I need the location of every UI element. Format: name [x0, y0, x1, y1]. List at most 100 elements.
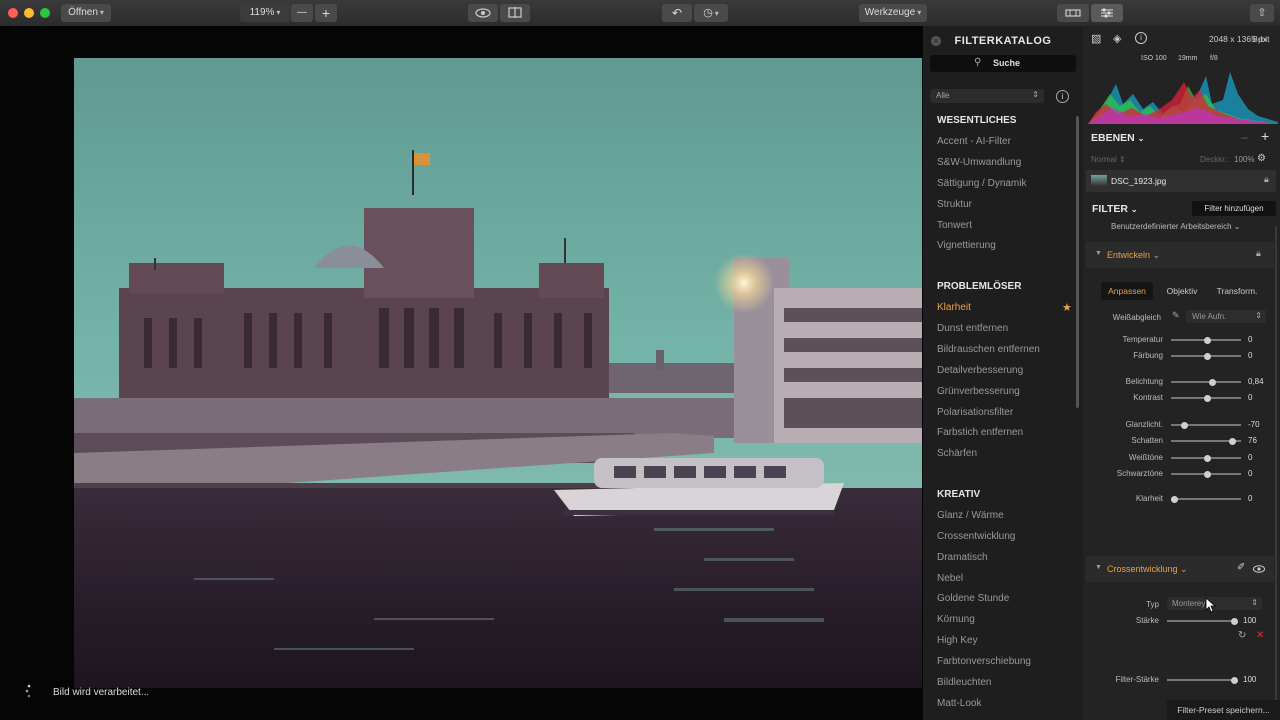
remove-layer-icon[interactable]: –	[1241, 130, 1248, 144]
favorite-star-icon[interactable]: ★	[1062, 301, 1072, 314]
adjustment-slider[interactable]	[1171, 421, 1241, 429]
catalog-item[interactable]: Nebel	[937, 573, 963, 584]
catalog-item[interactable]: Struktur	[937, 199, 972, 210]
slider-knob[interactable]	[1208, 378, 1216, 386]
adjustment-slider[interactable]	[1171, 470, 1241, 478]
share-button[interactable]: ⇧	[1250, 4, 1274, 22]
adjustments-toggle-button[interactable]	[1091, 4, 1123, 22]
filter-title[interactable]: FILTER ⌄	[1092, 203, 1138, 215]
gear-icon[interactable]: ⚙	[1257, 153, 1266, 164]
catalog-item-active[interactable]: Klarheit	[937, 302, 971, 313]
tools-button[interactable]: Werkzeuge ▾	[859, 4, 927, 22]
photo-preview[interactable]	[74, 58, 922, 688]
adjustment-slider[interactable]	[1171, 352, 1241, 360]
catalog-item[interactable]: Polarisationsfilter	[937, 407, 1013, 418]
collapse-triangle-icon[interactable]: ▼	[1095, 250, 1102, 257]
catalog-item[interactable]: Bildrauschen entfernen	[937, 344, 1040, 355]
white-balance-select[interactable]: Wie Aufn. ⇕	[1186, 310, 1266, 323]
adjustment-slider[interactable]	[1171, 454, 1241, 462]
catalog-item[interactable]: Farbstich entfernen	[937, 427, 1023, 438]
catalog-item[interactable]: Tonwert	[937, 220, 972, 231]
catalog-item[interactable]: Dunst entfernen	[937, 323, 1008, 334]
cross-strength-slider[interactable]	[1167, 617, 1238, 625]
minimize-window-button[interactable]	[24, 8, 34, 18]
slider-knob[interactable]	[1204, 352, 1211, 360]
catalog-item[interactable]: Crossentwicklung	[937, 531, 1015, 542]
slider-knob[interactable]	[1171, 495, 1178, 503]
panel-scrollbar[interactable]	[1275, 226, 1277, 706]
slider-knob[interactable]	[1231, 617, 1238, 625]
close-window-button[interactable]	[8, 8, 18, 18]
slider-knob[interactable]	[1180, 421, 1188, 429]
zoom-in-button[interactable]: +	[315, 4, 337, 22]
zoom-select[interactable]: 119% ▾	[240, 4, 290, 22]
history-button[interactable]: ◷ ▾	[694, 4, 728, 22]
catalog-item[interactable]: Schärfen	[937, 448, 977, 459]
info-icon[interactable]: i	[1056, 90, 1069, 103]
catalog-item[interactable]: Detailverbesserung	[937, 365, 1023, 376]
histogram-icon[interactable]: ▧	[1091, 32, 1101, 45]
catalog-item[interactable]: Körnung	[937, 614, 975, 625]
slider-knob[interactable]	[1204, 454, 1211, 462]
catalog-item[interactable]: Bildleuchten	[937, 677, 991, 688]
add-layer-icon[interactable]: +	[1261, 128, 1269, 144]
save-preset-button[interactable]: Filter-Preset speichern...	[1167, 700, 1280, 720]
collapse-triangle-icon[interactable]: ▼	[1095, 564, 1102, 571]
slider-knob[interactable]	[1204, 470, 1211, 478]
layers-title[interactable]: EBENEN ⌄	[1091, 132, 1144, 144]
reset-icon[interactable]: ↻	[1238, 630, 1246, 641]
adjustment-slider[interactable]	[1171, 378, 1241, 386]
cross-filter-header[interactable]: ▼ Crossentwicklung ⌄ ✐	[1086, 556, 1274, 582]
tools-label: Werkzeuge	[864, 7, 916, 18]
slider-knob[interactable]	[1204, 394, 1211, 402]
catalog-item[interactable]: Glanz / Wärme	[937, 510, 1004, 521]
filter-strength-slider[interactable]	[1167, 676, 1238, 684]
catalog-item[interactable]: High Key	[937, 635, 978, 646]
compare-button[interactable]	[500, 4, 530, 22]
eye-icon[interactable]	[1253, 565, 1265, 573]
delete-icon[interactable]: ✕	[1256, 630, 1264, 641]
blend-mode-select[interactable]: Normal ⇕	[1091, 155, 1126, 164]
tab-lens[interactable]: Objektiv	[1157, 282, 1207, 300]
catalog-item[interactable]: Dramatisch	[937, 552, 988, 563]
adjustment-slider[interactable]	[1171, 495, 1241, 503]
catalog-item[interactable]: Grünverbesserung	[937, 386, 1020, 397]
tab-transform[interactable]: Transform.	[1209, 282, 1265, 300]
catalog-scrollbar[interactable]	[1076, 116, 1079, 408]
slider-knob[interactable]	[1204, 336, 1211, 344]
layers-icon[interactable]: ◈	[1113, 32, 1121, 45]
slider-knob[interactable]	[1231, 676, 1238, 684]
catalog-filter-select[interactable]: Alle ⇕	[930, 89, 1044, 103]
catalog-search-input[interactable]: ⚲ Suche	[930, 55, 1076, 72]
layer-row[interactable]: DSC_1923.jpg 🔒︎	[1086, 170, 1276, 192]
adjustment-slider[interactable]	[1171, 394, 1241, 402]
add-filter-button[interactable]: Filter hinzufügen	[1192, 201, 1276, 216]
zoom-out-button[interactable]: —	[291, 4, 313, 22]
develop-filter-header[interactable]: ▼ Entwickeln ⌄ 🔒︎	[1086, 242, 1274, 268]
catalog-section-title: PROBLEMLÖSER	[937, 281, 1022, 292]
adjustment-slider[interactable]	[1171, 336, 1241, 344]
catalog-item[interactable]: Vignettierung	[937, 240, 996, 251]
brush-icon[interactable]: ✐	[1237, 562, 1245, 573]
catalog-item[interactable]: Accent - AI-Filter	[937, 136, 1011, 147]
tab-adjust[interactable]: Anpassen	[1101, 282, 1153, 300]
slider-knob[interactable]	[1229, 437, 1237, 445]
info-icon[interactable]: i	[1135, 32, 1147, 44]
undo-button[interactable]: ↶	[662, 4, 692, 22]
workspace-select[interactable]: Benutzerdefinierter Arbeitsbereich ⌄	[1111, 222, 1240, 231]
lock-icon[interactable]: 🔒︎	[1256, 248, 1261, 259]
eyedropper-icon[interactable]: ✎	[1172, 310, 1180, 321]
zoom-window-button[interactable]	[40, 8, 50, 18]
adjustment-slider[interactable]	[1171, 437, 1241, 445]
preview-button[interactable]	[468, 4, 498, 22]
open-button[interactable]: Öffnen ▾	[61, 4, 111, 22]
catalog-toggle-button[interactable]	[1057, 4, 1089, 22]
lock-icon[interactable]: 🔒︎	[1264, 174, 1269, 185]
catalog-item[interactable]: S&W-Umwandlung	[937, 157, 1021, 168]
opacity-value[interactable]: 100%	[1234, 155, 1254, 164]
catalog-item[interactable]: Goldene Stunde	[937, 593, 1009, 604]
catalog-item[interactable]: Matt-Look	[937, 698, 981, 709]
catalog-item[interactable]: Farbtonverschiebung	[937, 656, 1031, 667]
catalog-item[interactable]: Sättigung / Dynamik	[937, 178, 1027, 189]
filter-select-value: Alle	[936, 91, 950, 100]
